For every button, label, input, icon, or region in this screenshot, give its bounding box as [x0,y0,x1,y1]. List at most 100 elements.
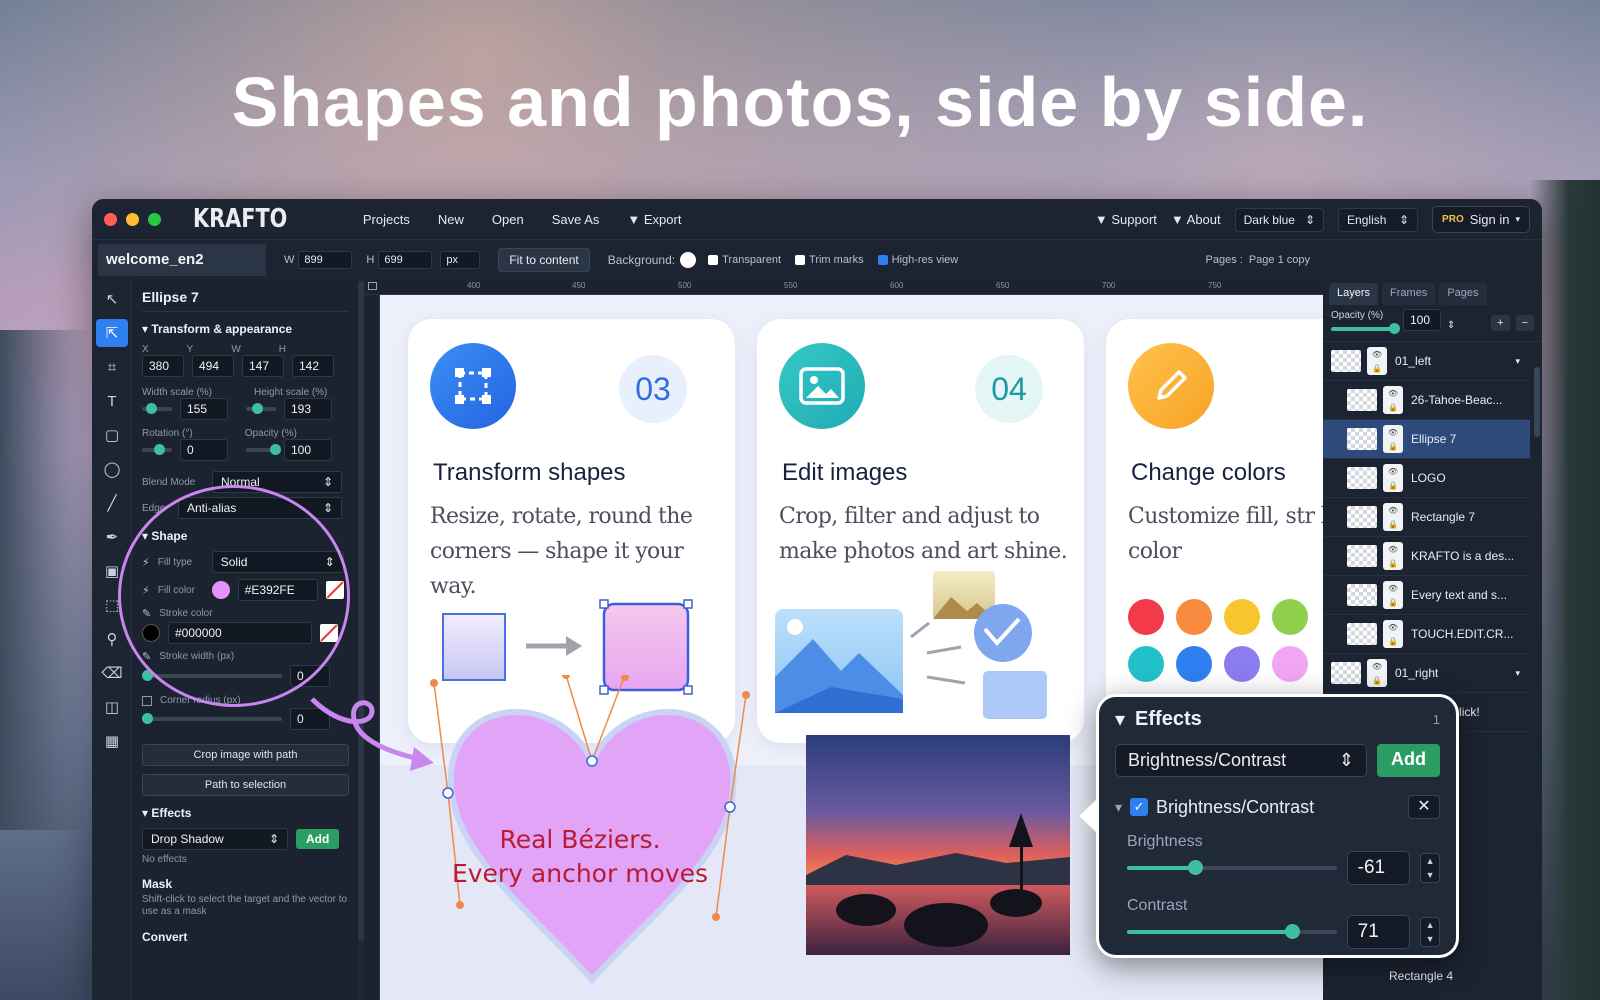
ellipse-tool-icon[interactable]: ◯ [96,455,128,483]
opacity-input[interactable]: 100 [284,439,332,461]
language-select[interactable]: English ⇕ [1338,207,1419,232]
visibility-lock-icon[interactable]: 👁🔒 [1383,542,1403,570]
document-name-field[interactable]: welcome_en2 [98,243,266,276]
layer-row[interactable]: 👁 🔒 Ellipse 7 [1323,420,1530,459]
minimize-window-button[interactable] [126,212,139,226]
width-scale-slider[interactable] [142,403,172,414]
crop-tool-icon[interactable]: ⌗ [96,353,128,381]
brightness-slider[interactable] [1127,860,1337,875]
effects-add-button[interactable]: Add [1377,744,1440,777]
visibility-lock-icon[interactable]: 👁🔒 [1367,347,1387,375]
w-input[interactable]: 147 [242,355,284,377]
effect-enabled-checkbox[interactable]: ✓ [1130,798,1149,816]
layer-bottom-item[interactable]: Rectangle 4 [1389,969,1453,983]
brightness-input[interactable]: -61 [1346,851,1411,885]
remove-effect-button[interactable]: ✕ [1408,795,1440,819]
close-window-button[interactable] [104,212,117,226]
color-swatch[interactable] [1128,646,1164,682]
height-scale-input[interactable]: 193 [284,398,332,420]
layer-row[interactable]: 👁 🔒 Rectangle 7 [1323,498,1530,537]
h-input[interactable]: 142 [292,355,334,377]
visibility-lock-icon[interactable]: 👁🔒 [1383,503,1403,531]
contrast-input[interactable]: 71 [1346,915,1411,949]
layer-row[interactable]: 👁 🔒 Every text and s... [1323,576,1530,615]
contrast-stepper[interactable]: ▲ ▼ [1420,917,1440,947]
add-layer-button[interactable]: + [1491,315,1510,331]
canvas-width-input[interactable]: 899 [298,250,353,269]
canvas-height-input[interactable]: 699 [378,250,433,269]
transparent-checkbox[interactable] [708,254,719,265]
shapes-tool-icon[interactable]: ◫ [96,693,128,721]
sign-in-button[interactable]: PRO Sign in ▾ [1432,206,1530,233]
visibility-lock-icon[interactable]: 👁🔒 [1367,659,1387,687]
rotation-input[interactable]: 0 [180,439,228,461]
layer-opacity-input[interactable]: 100 [1403,309,1441,331]
layer-row[interactable]: 👁 🔒 KRAFTO is a des... [1323,537,1530,576]
visibility-lock-icon[interactable]: 👁🔒 [1383,581,1403,609]
hires-checkbox[interactable] [877,254,888,265]
color-swatch[interactable] [1224,599,1260,635]
pen-tool-icon[interactable]: ✒ [96,523,128,551]
menu-new[interactable]: New [438,212,464,227]
width-scale-input[interactable]: 155 [180,398,228,420]
x-input[interactable]: 380 [142,355,184,377]
pages-value[interactable]: Page 1 copy [1249,254,1310,266]
rectangle-tool-icon[interactable]: ▢ [96,421,128,449]
layers-scrollbar[interactable] [1534,367,1540,437]
remove-layer-button[interactable]: − [1515,315,1534,331]
corner-radius-checkbox[interactable] [142,695,152,706]
theme-select[interactable]: Dark blue ⇕ [1234,207,1325,232]
effect-type-select[interactable]: Drop Shadow ⇕ [142,828,288,850]
background-color-swatch[interactable] [680,251,697,268]
color-swatch[interactable] [1272,646,1308,682]
layer-row[interactable]: 👁 🔒 TOUCH.EDIT.CR... [1323,615,1530,654]
sunset-photo[interactable] [806,735,1070,955]
menu-support[interactable]: ▼ Support [1095,212,1157,227]
visibility-lock-icon[interactable]: 👁🔒 [1383,425,1403,453]
effects-section-header[interactable]: ▾ Effects [142,806,349,820]
tab-layers[interactable]: Layers [1329,283,1379,305]
menu-open[interactable]: Open [492,212,524,227]
transform-section-header[interactable]: ▾ Transform & appearance [142,322,349,336]
layer-row[interactable]: 👁 🔒 26-Tahoe-Beac... [1323,381,1530,420]
menu-save-as[interactable]: Save As [552,212,600,227]
layer-row[interactable]: 👁 🔒 01_right ▾ [1323,654,1530,693]
color-swatch[interactable] [1128,599,1164,635]
grid-tool-icon[interactable]: ▦ [96,727,128,755]
corner-radius-slider[interactable] [142,713,282,724]
visibility-lock-icon[interactable]: 👁🔒 [1383,464,1403,492]
updown-icon[interactable]: ⇕ [1447,320,1455,331]
line-tool-icon[interactable]: ╱ [96,489,128,517]
expand-icon[interactable]: ▾ [1515,356,1520,367]
visibility-lock-icon[interactable]: 👁🔒 [1383,386,1403,414]
trim-marks-checkbox[interactable] [795,254,806,265]
tab-pages[interactable]: Pages [1439,283,1487,305]
collapse-icon[interactable]: ▾ [1115,707,1125,732]
menu-export[interactable]: ▼ Export [627,212,681,227]
expand-icon[interactable]: ▾ [1515,668,1520,679]
text-tool-icon[interactable]: T [96,387,128,415]
collapse-icon[interactable]: ▾ [1115,799,1122,816]
color-swatch[interactable] [1176,599,1212,635]
layer-opacity-slider[interactable] [1331,323,1400,334]
add-effect-button[interactable]: Add [296,829,340,849]
zoom-window-button[interactable] [148,212,161,226]
color-swatch[interactable] [1272,599,1308,635]
menu-about[interactable]: ▼ About [1171,212,1221,227]
fit-to-content-button[interactable]: Fit to content [498,247,590,272]
menu-projects[interactable]: Projects [363,212,410,227]
card-edit-images[interactable]: 04 Edit images Crop, filter and adjust t… [757,319,1084,743]
effects-type-select[interactable]: Brightness/Contrast ⇕ [1115,744,1367,777]
layer-row[interactable]: 👁 🔒 LOGO [1323,459,1530,498]
color-swatch[interactable] [1224,646,1260,682]
contrast-slider[interactable] [1127,924,1337,939]
y-input[interactable]: 494 [192,355,234,377]
height-scale-slider[interactable] [246,403,276,414]
brightness-stepper[interactable]: ▲ ▼ [1420,853,1440,883]
eraser-tool-icon[interactable]: ⌫ [96,659,128,687]
tab-frames[interactable]: Frames [1382,283,1436,305]
visibility-lock-icon[interactable]: 👁🔒 [1383,620,1403,648]
direct-select-tool-icon[interactable]: ⇱ [96,319,128,347]
rotation-slider[interactable] [142,444,172,455]
unit-select[interactable]: px [440,250,481,269]
